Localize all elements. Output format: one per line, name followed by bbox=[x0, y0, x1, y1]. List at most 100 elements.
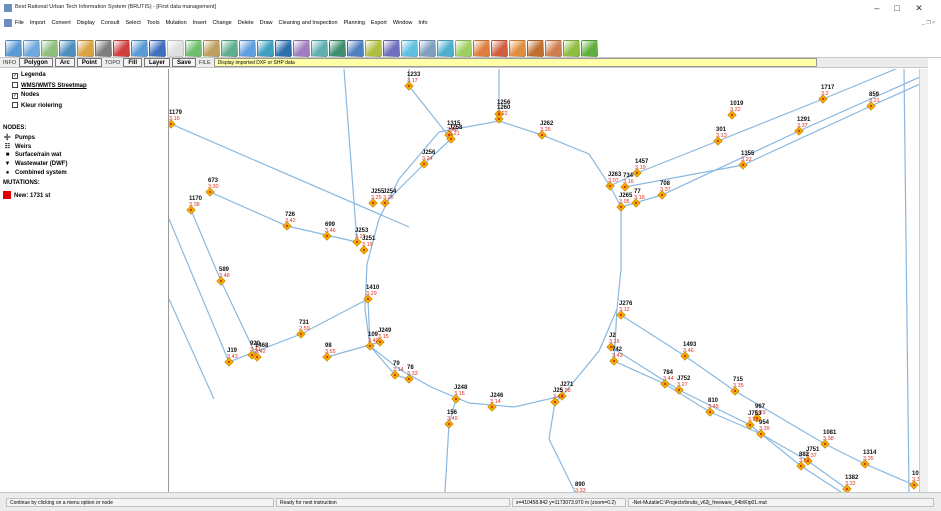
map-node[interactable]: 9543.39 bbox=[756, 420, 770, 439]
map-node[interactable]: 14573.19 bbox=[632, 159, 649, 178]
map-node[interactable]: J2483.15 bbox=[451, 385, 468, 404]
map-node[interactable]: 7343.16 bbox=[620, 173, 634, 192]
pipe-segment[interactable] bbox=[903, 69, 910, 492]
map-node[interactable]: 7312.59 bbox=[296, 320, 310, 339]
menu-insert[interactable]: Insert bbox=[193, 20, 207, 26]
palette-icon[interactable] bbox=[77, 39, 94, 57]
point-button[interactable]: Point bbox=[76, 58, 102, 67]
mdi-window-controls[interactable]: _ ❐ × bbox=[922, 20, 935, 26]
pipe-segment[interactable] bbox=[343, 69, 358, 243]
map-node[interactable]: 13823.32 bbox=[842, 475, 859, 492]
pipe-segment[interactable] bbox=[609, 69, 919, 187]
save-button[interactable]: Save bbox=[172, 58, 197, 67]
map-node[interactable]: 6993.46 bbox=[322, 222, 336, 241]
minimize-button[interactable]: – bbox=[868, 2, 886, 14]
menu-convert[interactable]: Convert bbox=[51, 20, 70, 26]
pipe-segment[interactable] bbox=[190, 209, 258, 358]
map-node[interactable]: 12603.22 bbox=[494, 105, 511, 124]
pipe-segment[interactable] bbox=[209, 191, 358, 243]
menu-draw[interactable]: Draw bbox=[260, 20, 273, 26]
map-node[interactable]: 7083.37 bbox=[657, 181, 671, 200]
pipe-segment[interactable] bbox=[548, 395, 577, 492]
arc-button[interactable]: Arc bbox=[54, 58, 75, 67]
print-icon[interactable] bbox=[203, 39, 220, 57]
map-node[interactable]: 12333.17 bbox=[404, 72, 421, 91]
report-icon[interactable] bbox=[455, 39, 472, 57]
map-node[interactable]: 8103.45 bbox=[705, 398, 719, 417]
menu-info[interactable]: Info bbox=[418, 20, 427, 26]
map-node[interactable]: 7153.35 bbox=[730, 377, 744, 396]
window-icon[interactable] bbox=[167, 39, 184, 57]
map-node[interactable]: 14933.46 bbox=[680, 342, 697, 361]
mark-icon[interactable] bbox=[509, 39, 526, 57]
map-node[interactable]: J193.43 bbox=[224, 348, 238, 367]
pipe-segment[interactable] bbox=[169, 298, 215, 400]
menu-window[interactable]: Window bbox=[393, 20, 413, 26]
pipe-segment[interactable] bbox=[613, 360, 848, 490]
menu-select[interactable]: Select bbox=[125, 20, 140, 26]
menu-planning[interactable]: Planning bbox=[344, 20, 365, 26]
map-node[interactable]: 14103.29 bbox=[363, 285, 380, 304]
info-icon[interactable] bbox=[257, 39, 274, 57]
menu-cleaning-and-inspection[interactable]: Cleaning and Inspection bbox=[278, 20, 337, 26]
legenda-checkbox[interactable]: ✓ Legenda bbox=[12, 72, 46, 79]
menu-import[interactable]: Import bbox=[30, 20, 46, 26]
map-node[interactable]: 5893.48 bbox=[216, 267, 230, 286]
map-node[interactable]: 1093.32 bbox=[909, 471, 919, 490]
maximize-button[interactable]: □ bbox=[888, 2, 906, 14]
map-node[interactable]: J2463.14 bbox=[487, 393, 504, 412]
menu-file[interactable]: File bbox=[15, 20, 24, 26]
tool-icon[interactable] bbox=[419, 39, 436, 57]
menu-tools[interactable]: Tools bbox=[147, 20, 160, 26]
map-node[interactable]: 773.18 bbox=[631, 189, 645, 208]
menu-delete[interactable]: Delete bbox=[238, 20, 254, 26]
map-node[interactable]: 10193.22 bbox=[727, 101, 744, 120]
map-node[interactable]: 1563.49 bbox=[444, 410, 458, 429]
ok-icon[interactable] bbox=[581, 39, 598, 57]
pipe-segment[interactable] bbox=[364, 120, 622, 408]
grid-icon[interactable] bbox=[131, 39, 148, 57]
wms-streetmap-checkbox[interactable]: WMS/WMTS Streetmap bbox=[12, 82, 87, 89]
select-icon[interactable] bbox=[95, 39, 112, 57]
search-icon[interactable] bbox=[347, 39, 364, 57]
edit-icon[interactable] bbox=[365, 39, 382, 57]
map-node[interactable]: 783.33 bbox=[404, 365, 418, 384]
flag-icon[interactable] bbox=[527, 39, 544, 57]
layers-icon[interactable] bbox=[113, 39, 130, 57]
stats-icon[interactable] bbox=[221, 39, 238, 57]
map-node[interactable]: 17173.2 bbox=[818, 85, 835, 104]
map-node[interactable]: 7423.43 bbox=[609, 347, 623, 366]
menu-export[interactable]: Export bbox=[371, 20, 387, 26]
map-node[interactable]: J2763.12 bbox=[616, 301, 633, 320]
export-icon[interactable] bbox=[437, 39, 454, 57]
map-node[interactable]: 8903.33 bbox=[572, 482, 586, 492]
node-icon[interactable] bbox=[311, 39, 328, 57]
zoom-window-icon[interactable] bbox=[23, 39, 40, 57]
nodes-checkbox[interactable]: ✓ Nodes bbox=[12, 92, 39, 99]
refresh-icon[interactable] bbox=[239, 39, 256, 57]
check-icon[interactable] bbox=[545, 39, 562, 57]
map-node[interactable]: 3013.13 bbox=[713, 127, 727, 146]
kleur-riolering-checkbox[interactable]: Kleur riolering bbox=[12, 102, 62, 109]
menu-display[interactable]: Display bbox=[77, 20, 95, 26]
layer-button[interactable]: Layer bbox=[144, 58, 171, 67]
close-button[interactable]: ✕ bbox=[910, 2, 928, 14]
menu-mutation[interactable]: Mutation bbox=[166, 20, 187, 26]
globe-icon[interactable] bbox=[59, 39, 76, 57]
vertical-scrollbar[interactable] bbox=[919, 69, 928, 492]
settings-icon[interactable] bbox=[563, 39, 580, 57]
pan-icon[interactable] bbox=[41, 39, 58, 57]
sewer-network-map[interactable]: 12333.17125612603.2211793.1613153.68J258… bbox=[169, 69, 919, 492]
fill-button[interactable]: Fill bbox=[123, 58, 142, 67]
map-node[interactable]: 6733.30 bbox=[205, 178, 219, 197]
polygon-button[interactable]: Polygon bbox=[19, 58, 53, 67]
map-node[interactable]: 14683.42 bbox=[252, 343, 269, 362]
map-node[interactable]: J253.43 bbox=[550, 388, 564, 407]
pipe-icon[interactable] bbox=[293, 39, 310, 57]
warning-icon[interactable] bbox=[473, 39, 490, 57]
tree-icon[interactable] bbox=[185, 39, 202, 57]
map-node[interactable]: 1093.40 bbox=[365, 332, 379, 351]
zoom-icon[interactable] bbox=[5, 39, 22, 57]
pipe-segment[interactable] bbox=[444, 423, 450, 492]
link-icon[interactable] bbox=[383, 39, 400, 57]
